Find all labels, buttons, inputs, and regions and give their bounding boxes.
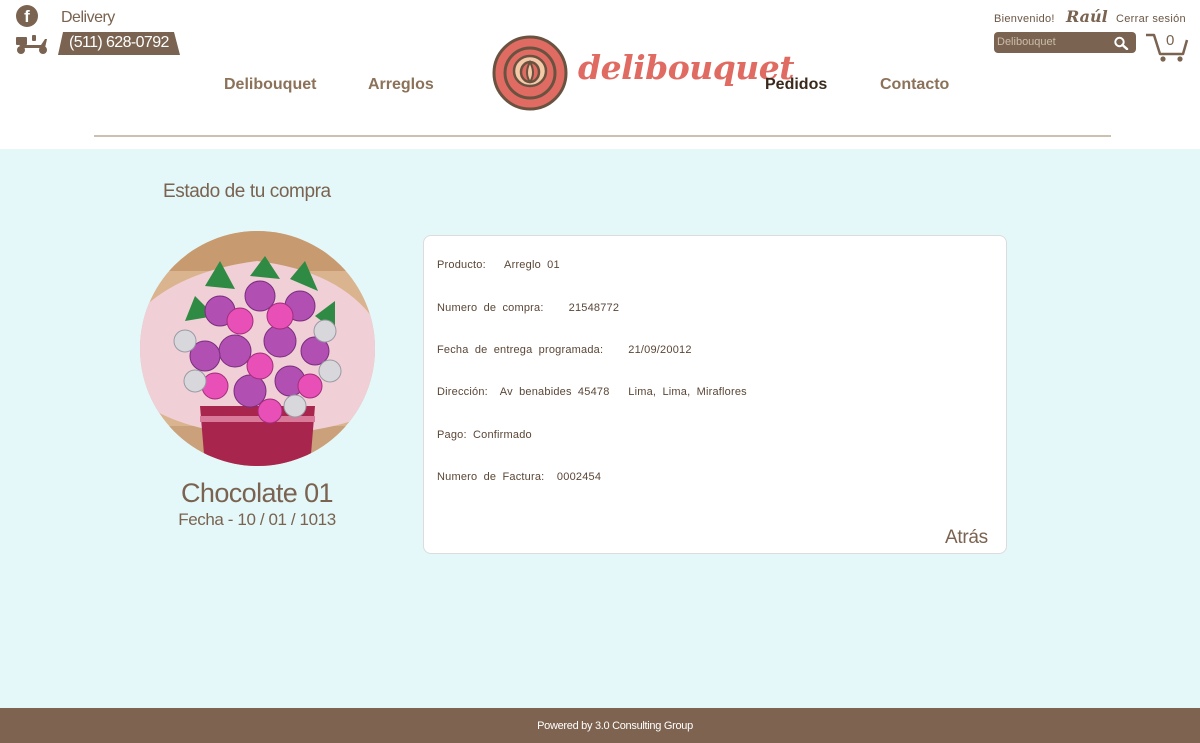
product-photo [140, 231, 375, 466]
footer-credit: Powered by 3.0 Consulting Group [537, 720, 693, 732]
nav-link-delibouquet[interactable]: Delibouquet [224, 76, 316, 94]
detail-fecha-entrega: Fecha de entrega programada: 21/09/20012 [437, 344, 692, 356]
product-date: Fecha - 10 / 01 / 1013 [178, 510, 336, 529]
site-header: f Delivery (511) 628-0792 Delibouquet Ar… [0, 0, 1200, 149]
nav-link-contacto[interactable]: Contacto [880, 76, 949, 94]
detail-pago: Pago: Confirmado [437, 429, 532, 441]
page-title: Estado de tu compra [163, 181, 331, 202]
detail-numero-factura: Numero de Factura: 0002454 [437, 471, 602, 483]
detail-producto: Producto: Arreglo 01 [437, 259, 560, 271]
user-name[interactable]: Raúl [1066, 7, 1108, 26]
detail-numero-compra: Numero de compra: 21548772 [437, 302, 620, 314]
delivery-label: Delivery [61, 9, 115, 26]
header-divider [94, 135, 1111, 137]
phone-number: (511) 628-0792 [69, 34, 169, 51]
logo-text[interactable]: delibouquet [578, 48, 795, 87]
nav-link-pedidos[interactable]: Pedidos [765, 76, 827, 94]
order-details-card: Producto: Arreglo 01 Numero de compra: 2… [423, 235, 1007, 554]
scooter-icon [16, 35, 47, 54]
phone-banner: (511) 628-0792 [58, 32, 180, 55]
nav-link-arreglos[interactable]: Arreglos [368, 76, 434, 94]
search-input[interactable] [996, 33, 1106, 51]
logo-rose-icon[interactable] [492, 35, 568, 111]
cart-count: 0 [1166, 32, 1175, 49]
site-footer: Powered by 3.0 Consulting Group [0, 708, 1200, 743]
back-link[interactable]: Atrás [945, 527, 988, 549]
facebook-icon[interactable]: f [16, 5, 38, 27]
product-name: Chocolate 01 [181, 478, 334, 508]
search-icon[interactable] [1113, 36, 1131, 50]
welcome-text: Bienvenido! [994, 13, 1055, 25]
logout-link[interactable]: Cerrar sesión [1116, 13, 1186, 25]
detail-direccion: Dirección: Av benabides 45478 Lima, Lima… [437, 386, 747, 398]
